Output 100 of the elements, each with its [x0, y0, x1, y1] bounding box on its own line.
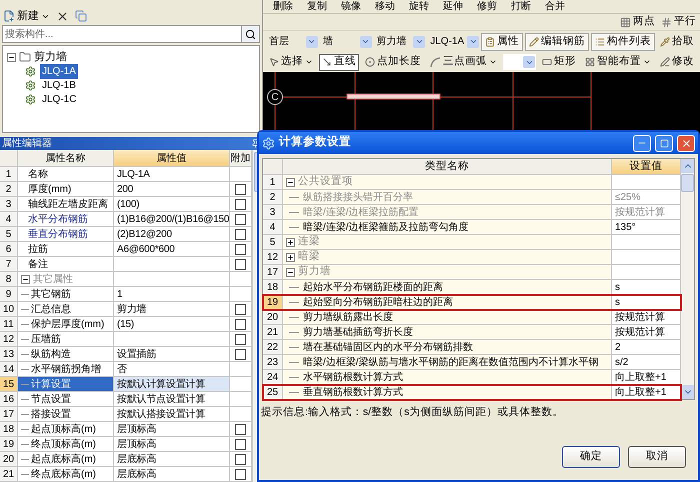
column-header[interactable]: 属性名称 — [18, 150, 114, 167]
property-value-cell[interactable]: (2)B12@200 — [114, 227, 230, 242]
property-value-cell[interactable]: 按默认计算设置计算 — [114, 377, 230, 392]
maximize-button[interactable] — [655, 134, 673, 152]
checkbox[interactable] — [235, 214, 246, 224]
property-name-cell[interactable]: 厚度(mm) — [18, 182, 114, 197]
dialog-button[interactable]: 取消 — [628, 446, 686, 468]
expand-toggle[interactable] — [21, 274, 30, 284]
checkbox[interactable] — [235, 184, 246, 194]
draw-tool-button[interactable]: 智能布置 — [582, 54, 654, 70]
toolbar-button[interactable]: 旋转 — [409, 2, 429, 12]
checkbox[interactable] — [235, 468, 246, 480]
property-value-cell[interactable]: JLQ-1A — [114, 167, 230, 182]
draw-tool-button[interactable]: 选择 — [266, 54, 316, 70]
property-value-cell[interactable] — [114, 332, 230, 347]
checkbox[interactable] — [235, 198, 246, 210]
component-button[interactable]: 编辑钢筋 — [525, 32, 589, 50]
setting-value-cell[interactable]: 2 — [612, 340, 681, 355]
tree-item[interactable]: 剪力墙 — [34, 48, 67, 66]
property-name-cell[interactable]: 纵筋构造 — [18, 347, 114, 362]
table-row[interactable]: 25 垂直钢筋根数计算方式 向上取整+1 — [263, 385, 681, 400]
toolbar-button[interactable]: 延伸 — [443, 2, 463, 12]
property-name-cell[interactable]: 起点底标高(m) — [18, 452, 114, 467]
pin-icon[interactable] — [251, 139, 260, 148]
toolbar-button[interactable]: 删除 — [273, 2, 293, 12]
checkbox[interactable] — [235, 454, 246, 464]
scroll-thumb[interactable] — [681, 174, 694, 192]
tree-item[interactable]: JLQ-1B — [40, 78, 78, 92]
checkbox[interactable] — [235, 304, 246, 314]
expand-toggle[interactable] — [286, 268, 295, 276]
setting-value-cell[interactable] — [612, 175, 681, 190]
draw-tool-button[interactable]: 矩形 — [539, 54, 579, 70]
property-name-cell[interactable]: 拉筋 — [18, 242, 114, 257]
property-value-cell[interactable]: 层顶标高 — [114, 422, 230, 437]
draw-tool-button[interactable]: 修改 — [657, 54, 697, 70]
search-field[interactable]: 搜索构件... — [2, 25, 242, 43]
property-value-cell[interactable]: 按默认搭接设置计算 — [114, 407, 230, 422]
delete-button[interactable] — [56, 10, 69, 22]
table-row[interactable]: 21 剪力墙基础插筋弯折长度 按规范计算 — [263, 325, 681, 340]
property-value-cell[interactable]: 否 — [114, 362, 230, 377]
property-name-cell[interactable]: 终点顶标高(m) — [18, 437, 114, 452]
setting-value-cell[interactable] — [612, 235, 681, 250]
scroll-up-button[interactable] — [681, 159, 694, 173]
snap-button[interactable]: 平行 — [661, 14, 696, 30]
column-header[interactable]: 类型名称 — [283, 159, 612, 175]
setting-value-cell[interactable] — [612, 265, 681, 280]
setting-value-cell[interactable] — [612, 250, 681, 265]
table-row[interactable]: 1 公共设置项 — [263, 175, 681, 190]
property-value-cell[interactable]: 1 — [114, 287, 230, 302]
table-row[interactable]: 18 起始水平分布钢筋距楼面的距离 s — [263, 280, 681, 295]
component-button[interactable]: 属性 — [481, 32, 523, 50]
property-value-cell[interactable]: (15) — [114, 317, 230, 332]
dropdown[interactable]: 首层 — [266, 33, 318, 50]
toolbar-button[interactable]: 移动 — [375, 2, 395, 12]
property-name-cell[interactable]: 计算设置 — [18, 377, 114, 392]
column-header[interactable]: 属性值 — [114, 150, 230, 167]
toolbar-button[interactable]: 复制 — [307, 2, 327, 12]
toolbar-button[interactable]: 打断 — [511, 2, 531, 12]
toolbar-button[interactable]: 镜像 — [341, 2, 361, 12]
dropdown[interactable]: 剪力墙 — [374, 33, 426, 50]
tree-item[interactable]: JLQ-1C — [40, 92, 78, 106]
property-name-cell[interactable]: 垂直分布钢筋 — [18, 227, 114, 242]
checkbox[interactable] — [235, 318, 246, 330]
property-value-cell[interactable] — [114, 272, 230, 287]
dropdown[interactable]: JLQ-1A — [427, 33, 479, 50]
property-name-cell[interactable]: 备注 — [18, 257, 114, 272]
property-name-cell[interactable]: 压墙筋 — [18, 332, 114, 347]
table-row[interactable]: 4 暗梁/连梁/边框梁箍筋及拉筋弯勾角度 135° — [263, 220, 681, 235]
expand-toggle[interactable] — [286, 252, 295, 262]
column-header[interactable]: 设置值 — [612, 159, 681, 175]
setting-value-cell[interactable]: 向上取整+1 — [612, 370, 681, 385]
close-button[interactable] — [677, 134, 695, 152]
property-name-cell[interactable]: 保护层厚度(mm) — [18, 317, 114, 332]
table-row[interactable]: 22 墙在基础锚固区内的水平分布钢筋排数 2 — [263, 340, 681, 355]
property-value-cell[interactable]: (100) — [114, 197, 230, 212]
checkbox[interactable] — [235, 258, 246, 270]
property-name-cell[interactable]: 汇总信息 — [18, 302, 114, 317]
property-value-cell[interactable]: 200 — [114, 182, 230, 197]
copy-button[interactable] — [75, 10, 87, 22]
property-name-cell[interactable]: 名称 — [18, 167, 114, 182]
property-value-cell[interactable]: (1)B16@200/(1)B16@150 — [114, 212, 230, 227]
toolbar-button[interactable]: 修剪 — [477, 2, 497, 12]
property-value-cell[interactable]: 设置插筋 — [114, 347, 230, 362]
checkbox[interactable] — [235, 228, 246, 240]
expand-toggle[interactable] — [286, 238, 295, 246]
property-value-cell[interactable]: A6@600*600 — [114, 242, 230, 257]
toolbar-button[interactable]: 合并 — [545, 2, 565, 12]
property-value-cell[interactable]: 层底标高 — [114, 467, 230, 482]
table-row[interactable]: 12 暗梁 — [263, 250, 681, 265]
setting-value-cell[interactable]: s/2 — [612, 355, 681, 370]
property-value-cell[interactable] — [114, 257, 230, 272]
snap-button[interactable]: 两点 — [620, 14, 655, 30]
property-name-cell[interactable]: 水平钢筋拐角增 — [18, 362, 114, 377]
component-button[interactable]: 拾取 — [657, 32, 697, 50]
table-row[interactable]: 5 连梁 — [263, 235, 681, 250]
property-value-cell[interactable]: 剪力墙 — [114, 302, 230, 317]
expand-toggle[interactable] — [7, 52, 16, 62]
checkbox[interactable] — [235, 424, 246, 434]
property-value-cell[interactable]: 按默认节点设置计算 — [114, 392, 230, 407]
setting-value-cell[interactable]: 135° — [612, 220, 681, 235]
